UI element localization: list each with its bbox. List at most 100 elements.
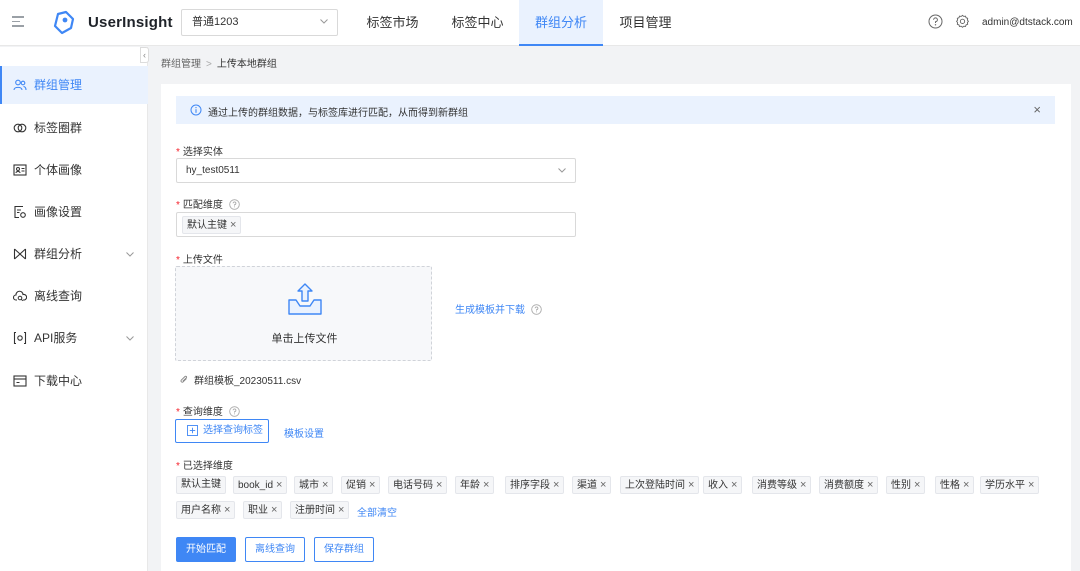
menu-icon[interactable] bbox=[12, 16, 24, 28]
upload-dropzone[interactable]: 单击上传文件 bbox=[175, 266, 432, 361]
sidebar-collapse-handle[interactable]: ‹ bbox=[140, 47, 149, 63]
dimension-chip: 年龄 × bbox=[455, 476, 495, 494]
help-icon[interactable] bbox=[928, 14, 943, 29]
portrait-icon bbox=[13, 164, 27, 176]
generate-template-link[interactable]: 生成模板并下载 bbox=[455, 301, 542, 316]
uploaded-file[interactable]: 群组模板_20230511.csv bbox=[179, 372, 301, 387]
match-dimension-chip: 默认主键 × bbox=[182, 216, 242, 234]
dimension-chip: 注册时间 × bbox=[290, 501, 350, 519]
sidebar-item-label: 标签圈群 bbox=[34, 121, 83, 135]
chip-close-icon[interactable]: × bbox=[1028, 479, 1034, 491]
settings-doc-icon bbox=[14, 205, 26, 219]
help-icon[interactable] bbox=[531, 304, 542, 315]
chip-close-icon[interactable]: × bbox=[369, 479, 375, 491]
query-dimension-label: * 查询维度 bbox=[176, 403, 240, 418]
save-group-button[interactable]: 保存群组 bbox=[314, 537, 374, 562]
chip-close-icon[interactable]: × bbox=[914, 479, 920, 491]
paperclip-icon bbox=[180, 375, 188, 383]
dimension-chip: 电话号码 × bbox=[388, 476, 448, 494]
info-icon bbox=[190, 104, 202, 116]
dimension-chip: book_id × bbox=[233, 476, 288, 494]
upload-label: * 上传文件 bbox=[176, 255, 223, 266]
dimension-chip: 收入 × bbox=[703, 476, 743, 494]
project-select[interactable]: 普通1203 bbox=[181, 9, 338, 36]
sidebar-item-api-service[interactable]: API服务 bbox=[0, 319, 148, 357]
chip-close-icon[interactable]: × bbox=[867, 479, 873, 491]
chip-close-icon[interactable]: × bbox=[483, 479, 489, 491]
entity-label: * 选择实体 bbox=[176, 147, 223, 158]
api-icon bbox=[13, 331, 27, 345]
entity-select[interactable]: hy_test0511 bbox=[176, 158, 576, 183]
breadcrumb-parent[interactable]: 群组管理 bbox=[161, 59, 201, 70]
dimension-chip: 性格 × bbox=[935, 476, 975, 494]
selected-dimensions-label: * 已选择维度 bbox=[176, 461, 233, 472]
chip-close-icon[interactable]: × bbox=[731, 479, 737, 491]
sidebar-item-portrait[interactable]: 个体画像 bbox=[0, 151, 148, 189]
tab-project-management[interactable]: 项目管理 bbox=[608, 0, 683, 46]
chip-close-icon[interactable]: × bbox=[800, 479, 806, 491]
cloud-search-icon bbox=[13, 290, 27, 302]
sidebar-item-label: 群组分析 bbox=[34, 247, 83, 261]
app-title: UserInsight bbox=[88, 14, 173, 31]
breadcrumb-separator: > bbox=[206, 59, 212, 70]
chip-close-icon[interactable]: × bbox=[553, 479, 559, 491]
sidebar-item-label: 离线查询 bbox=[34, 289, 83, 303]
download-icon bbox=[13, 375, 27, 387]
sidebar-item-label: 下载中心 bbox=[34, 374, 83, 388]
sidebar-item-group-management[interactable]: 群组管理 bbox=[0, 66, 148, 104]
template-settings-link[interactable]: 模板设置 bbox=[284, 425, 324, 440]
sidebar-item-label: 群组管理 bbox=[34, 78, 83, 92]
chip-close-icon[interactable]: × bbox=[688, 479, 694, 491]
plus-square-icon bbox=[187, 425, 198, 436]
help-icon[interactable] bbox=[228, 199, 240, 210]
dimension-chip: 消费等级 × bbox=[752, 476, 812, 494]
entity-select-value: hy_test0511 bbox=[186, 165, 240, 176]
dimension-chip: 学历水平 × bbox=[980, 476, 1040, 494]
group-icon bbox=[13, 79, 27, 91]
chip-close-icon[interactable]: × bbox=[963, 479, 969, 491]
alert-text: 通过上传的群组数据，与标签库进行匹配，从而得到新群组 bbox=[208, 108, 468, 119]
chevron-down-icon bbox=[320, 19, 328, 24]
start-match-button[interactable]: 开始匹配 bbox=[176, 537, 236, 562]
circles-icon bbox=[13, 123, 27, 133]
dimension-chip: 性别 × bbox=[886, 476, 926, 494]
project-select-value: 普通1203 bbox=[192, 16, 239, 28]
tab-tag-market[interactable]: 标签市场 bbox=[355, 0, 430, 46]
sidebar-item-group-analysis[interactable]: 群组分析 bbox=[0, 235, 148, 273]
chevron-down-icon bbox=[558, 168, 566, 173]
chip-close-icon[interactable]: × bbox=[322, 479, 328, 491]
select-query-tags-button[interactable]: 选择查询标签 bbox=[175, 419, 269, 443]
close-icon[interactable]: × bbox=[1033, 103, 1041, 116]
match-dimension-select[interactable]: 默认主键 × bbox=[176, 212, 576, 237]
dimension-chip: 默认主键 bbox=[176, 476, 226, 494]
help-icon[interactable] bbox=[228, 406, 240, 417]
chip-close-icon[interactable]: × bbox=[271, 504, 277, 516]
user-email[interactable]: admin@dtstack.com bbox=[982, 17, 1073, 28]
chevron-down-icon bbox=[126, 336, 134, 341]
chip-close-icon[interactable]: × bbox=[276, 479, 282, 491]
chip-close-icon[interactable]: × bbox=[224, 504, 230, 516]
clear-all-link[interactable]: 全部清空 bbox=[357, 504, 397, 519]
top-header: UserInsight 普通1203 标签市场 标签中心 群组分析 项目管理 a… bbox=[0, 0, 1080, 46]
chip-close-icon[interactable]: × bbox=[436, 479, 442, 491]
dimension-chip: 上次登陆时间 × bbox=[620, 476, 700, 494]
chip-close-icon[interactable]: × bbox=[230, 219, 236, 231]
tab-tag-center[interactable]: 标签中心 bbox=[440, 0, 515, 46]
sidebar-item-label: 画像设置 bbox=[34, 205, 83, 219]
dimension-chip: 促销 × bbox=[341, 476, 381, 494]
sidebar-item-offline-query[interactable]: 离线查询 bbox=[0, 277, 148, 315]
upload-prompt: 单击上传文件 bbox=[271, 333, 338, 345]
sidebar-item-portrait-settings[interactable]: 画像设置 bbox=[0, 193, 148, 231]
chip-close-icon[interactable]: × bbox=[600, 479, 606, 491]
offline-query-button[interactable]: 离线查询 bbox=[245, 537, 305, 562]
tab-group-analysis[interactable]: 群组分析 bbox=[519, 0, 603, 46]
dimension-chip: 城市 × bbox=[294, 476, 334, 494]
sidebar-item-tag-circle[interactable]: 标签圈群 bbox=[0, 109, 148, 147]
dimension-chip: 职业 × bbox=[243, 501, 283, 519]
analysis-icon bbox=[13, 248, 27, 260]
match-dimension-label: * 匹配维度 bbox=[176, 196, 240, 211]
gear-icon[interactable] bbox=[955, 14, 970, 29]
uploaded-file-name: 群组模板_20230511.csv bbox=[194, 376, 302, 387]
chip-close-icon[interactable]: × bbox=[338, 504, 344, 516]
sidebar-item-download-center[interactable]: 下载中心 bbox=[0, 362, 148, 400]
